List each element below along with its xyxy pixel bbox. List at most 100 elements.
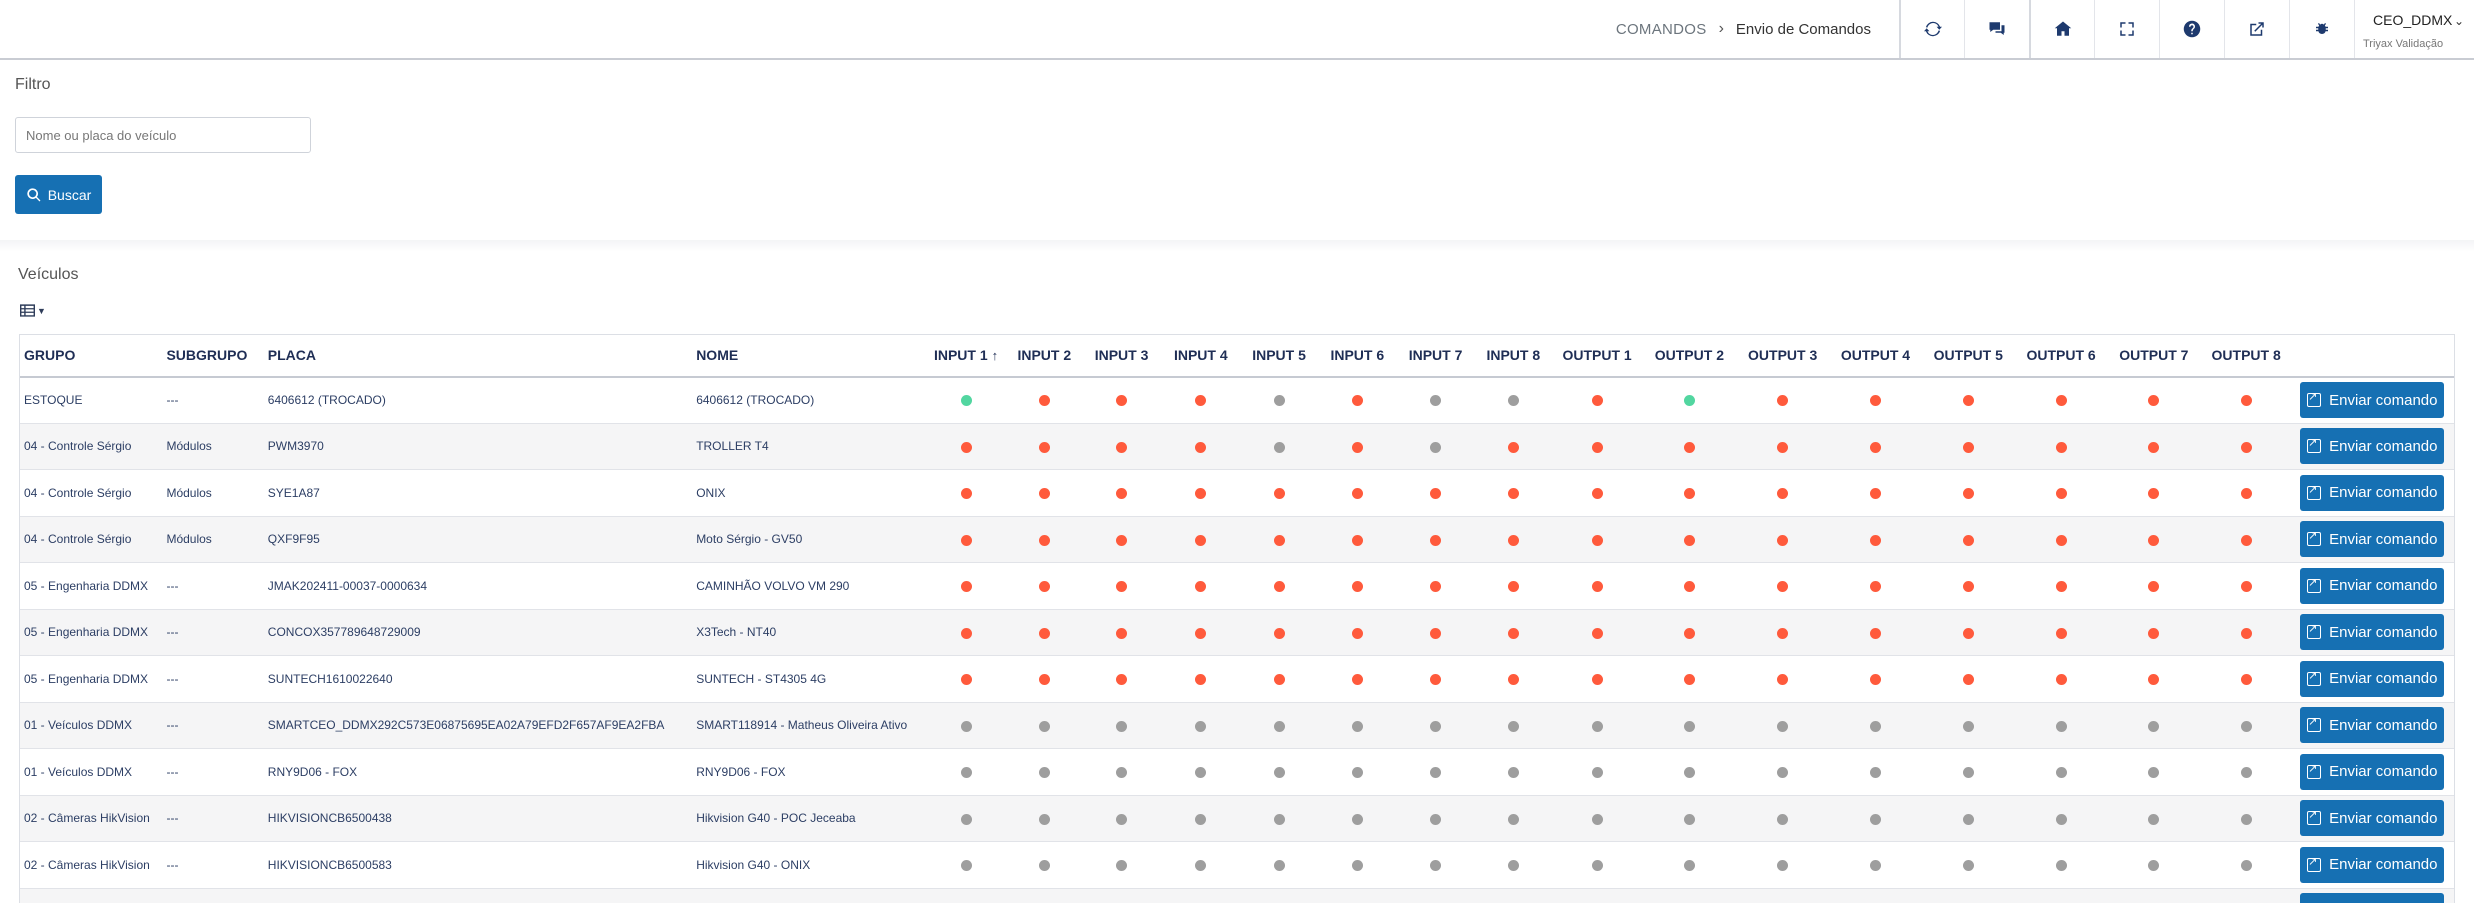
cell-input-3: [1081, 702, 1161, 749]
status-dot-icon: [1195, 441, 1207, 453]
vehicle-search-input[interactable]: [15, 117, 311, 153]
status-dot-icon: [1351, 813, 1363, 825]
send-command-button[interactable]: Enviar comando: [2300, 474, 2445, 511]
help-button[interactable]: [2159, 0, 2224, 58]
status-dot-icon: [1683, 674, 1695, 686]
send-command-button[interactable]: Enviar comando: [2300, 800, 2445, 837]
send-command-button[interactable]: Enviar comando: [2300, 428, 2445, 465]
user-menu[interactable]: CEO_DDMX Triyax Validação ⌄: [2354, 0, 2474, 58]
send-command-button[interactable]: Enviar comando: [2300, 707, 2445, 744]
status-dot-icon: [1116, 581, 1128, 593]
send-command-button[interactable]: Enviar comando: [2300, 893, 2445, 903]
send-command-button[interactable]: Enviar comando: [2300, 567, 2445, 604]
chat-button[interactable]: [1964, 0, 2029, 58]
cell-input-1: [925, 749, 1007, 796]
sort-ascending-icon: ↑: [991, 348, 999, 364]
column-header-subgrupo[interactable]: SUBGRUPO: [162, 335, 263, 377]
column-header-output-2[interactable]: OUTPUT 2: [1642, 335, 1736, 377]
status-dot-icon: [1116, 813, 1128, 825]
column-header-input-8[interactable]: INPUT 8: [1475, 335, 1552, 377]
status-dot-icon: [2055, 534, 2067, 546]
status-dot-icon: [1777, 674, 1789, 686]
send-command-button[interactable]: Enviar comando: [2300, 382, 2445, 418]
status-dot-icon: [2148, 488, 2160, 500]
status-dot-icon: [1962, 813, 1974, 825]
cell-input-7: [1396, 470, 1474, 517]
cell-output-4: [1829, 795, 1922, 842]
cell-input-3: [1081, 888, 1161, 903]
cell-nome: Hikvision G40 - POC Jeceaba: [696, 811, 856, 826]
status-dot-icon: [1273, 488, 1285, 500]
status-dot-icon: [1962, 720, 1974, 732]
send-command-button[interactable]: Enviar comando: [2300, 846, 2445, 883]
cell-input-8: [1475, 563, 1552, 610]
cell-input-4: [1162, 609, 1240, 656]
cell-input-3: [1081, 563, 1161, 610]
column-header-input-3[interactable]: INPUT 3: [1081, 335, 1161, 377]
cell-input-1: [925, 377, 1007, 424]
column-header-output-4[interactable]: OUTPUT 4: [1829, 335, 1922, 377]
status-dot-icon: [1507, 534, 1519, 546]
column-header-input-4[interactable]: INPUT 4: [1162, 335, 1240, 377]
cell-output-2: [1642, 563, 1736, 610]
external-link-button[interactable]: [2224, 0, 2289, 58]
column-header-grupo[interactable]: GRUPO: [20, 335, 162, 377]
column-header-placa[interactable]: PLACA: [264, 335, 692, 377]
column-header-output-1[interactable]: OUTPUT 1: [1552, 335, 1642, 377]
cell-input-4: [1162, 702, 1240, 749]
fullscreen-button[interactable]: [2094, 0, 2159, 58]
column-header-label: OUTPUT 4: [1840, 347, 1911, 364]
send-command-button[interactable]: Enviar comando: [2300, 660, 2445, 697]
status-dot-icon: [1116, 534, 1128, 546]
chevron-right-icon: ›: [1718, 20, 1724, 37]
home-button[interactable]: [2029, 0, 2094, 58]
column-header-output-6[interactable]: OUTPUT 6: [2014, 335, 2107, 377]
refresh-button[interactable]: [1899, 0, 1964, 58]
cell-actions: Enviar comando: [2292, 656, 2454, 703]
status-dot-icon: [2148, 395, 2160, 407]
column-toggle-button[interactable]: ▼: [20, 304, 46, 317]
cell-output-5: [1922, 609, 2014, 656]
help-icon: [2183, 20, 2201, 38]
status-dot-icon: [1777, 581, 1789, 593]
search-button[interactable]: Buscar: [15, 175, 102, 214]
cell-input-2: [1007, 656, 1081, 703]
status-dot-icon: [2148, 627, 2160, 639]
status-dot-icon: [1195, 860, 1207, 872]
bug-report-button[interactable]: [2289, 0, 2354, 58]
status-dot-icon: [2055, 674, 2067, 686]
cell-nome: [692, 888, 925, 903]
column-header-nome[interactable]: NOME: [692, 335, 925, 377]
cell-input-4: [1162, 563, 1240, 610]
cell-output-1: [1552, 377, 1642, 424]
cell-output-2: [1642, 423, 1736, 470]
column-header-input-5[interactable]: INPUT 5: [1240, 335, 1318, 377]
send-command-button[interactable]: Enviar comando: [2300, 753, 2445, 790]
cell-input-1: [925, 656, 1007, 703]
column-header-output-8[interactable]: OUTPUT 8: [2200, 335, 2292, 377]
column-header-input-1[interactable]: INPUT 1 ↑: [925, 335, 1007, 377]
column-header-input-6[interactable]: INPUT 6: [1318, 335, 1396, 377]
status-dot-icon: [1683, 860, 1695, 872]
status-dot-icon: [1116, 395, 1128, 407]
column-header-input-2[interactable]: INPUT 2: [1007, 335, 1081, 377]
status-dot-icon: [1273, 441, 1285, 453]
cell-input-7: [1396, 888, 1474, 903]
send-command-button[interactable]: Enviar comando: [2300, 521, 2445, 558]
external-arrow-icon: [2307, 529, 2322, 547]
breadcrumb-root[interactable]: COMANDOS: [1616, 21, 1707, 38]
cell-nome: SMART118914 - Matheus Oliveira Ativo: [696, 718, 908, 733]
column-header-input-7[interactable]: INPUT 7: [1396, 335, 1474, 377]
column-header-output-5[interactable]: OUTPUT 5: [1922, 335, 2014, 377]
send-command-button[interactable]: Enviar comando: [2300, 614, 2445, 651]
external-link-icon: [2250, 22, 2264, 36]
column-header-output-7[interactable]: OUTPUT 7: [2108, 335, 2200, 377]
cell-output-3: [1737, 377, 1829, 424]
column-header-label: SUBGRUPO: [166, 347, 248, 364]
status-dot-icon: [1195, 813, 1207, 825]
external-arrow-icon: [2307, 436, 2322, 454]
user-org: Triyax Validação: [2363, 38, 2444, 50]
cell-input-5: [1240, 656, 1318, 703]
status-dot-icon: [1038, 767, 1050, 779]
column-header-output-3[interactable]: OUTPUT 3: [1737, 335, 1829, 377]
